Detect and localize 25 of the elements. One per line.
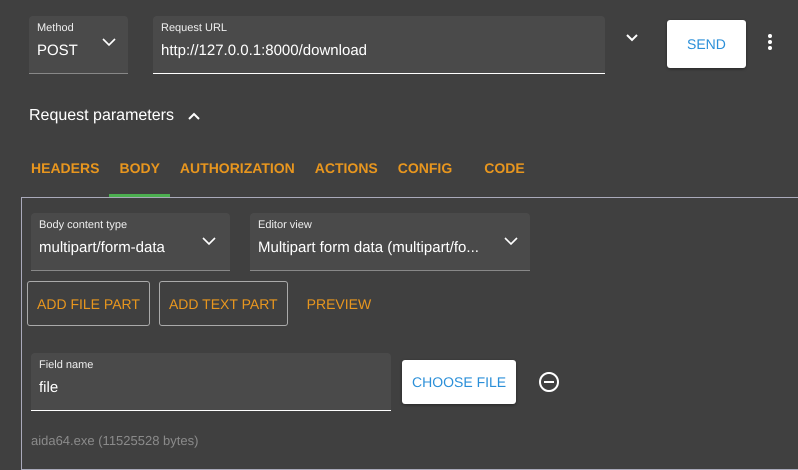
chevron-up-icon[interactable] bbox=[188, 112, 200, 120]
section-title: Request parameters bbox=[29, 107, 174, 125]
choose-file-button[interactable]: CHOOSE FILE bbox=[402, 360, 516, 404]
tab[interactable]: AUTHORIZATION bbox=[170, 154, 305, 197]
tab[interactable]: CONFIG bbox=[388, 154, 462, 197]
send-button[interactable]: SEND bbox=[667, 20, 746, 68]
tab[interactable]: CODE bbox=[474, 154, 535, 197]
field-name-input[interactable]: Field name file bbox=[31, 353, 391, 411]
file-info: aida64.exe (11525528 bytes) bbox=[31, 433, 200, 448]
chevron-down-icon[interactable] bbox=[626, 34, 638, 42]
add-part-button[interactable]: ADD TEXT PART bbox=[158, 281, 288, 326]
request-url-field[interactable]: Request URL http://127.0.0.1:8000/download bbox=[153, 16, 605, 74]
chevron-down-icon bbox=[102, 38, 116, 47]
more-options-icon[interactable] bbox=[768, 34, 772, 50]
editor-view-select[interactable]: Editor view Multipart form data (multipart/fo... bbox=[250, 213, 530, 271]
tab[interactable]: BODY bbox=[109, 154, 170, 197]
method-select[interactable]: Method POST bbox=[29, 16, 128, 74]
add-part-button[interactable]: ADD FILE PART bbox=[27, 281, 150, 326]
chevron-down-icon bbox=[202, 237, 216, 246]
content-type-select[interactable]: Body content type multipart/form-data bbox=[31, 213, 230, 271]
tab[interactable]: ACTIONS bbox=[304, 154, 388, 197]
remove-icon[interactable] bbox=[538, 371, 560, 393]
preview-button[interactable]: PREVIEW bbox=[296, 281, 382, 326]
tab[interactable]: HEADERS bbox=[21, 154, 110, 197]
chevron-down-icon bbox=[504, 237, 518, 246]
